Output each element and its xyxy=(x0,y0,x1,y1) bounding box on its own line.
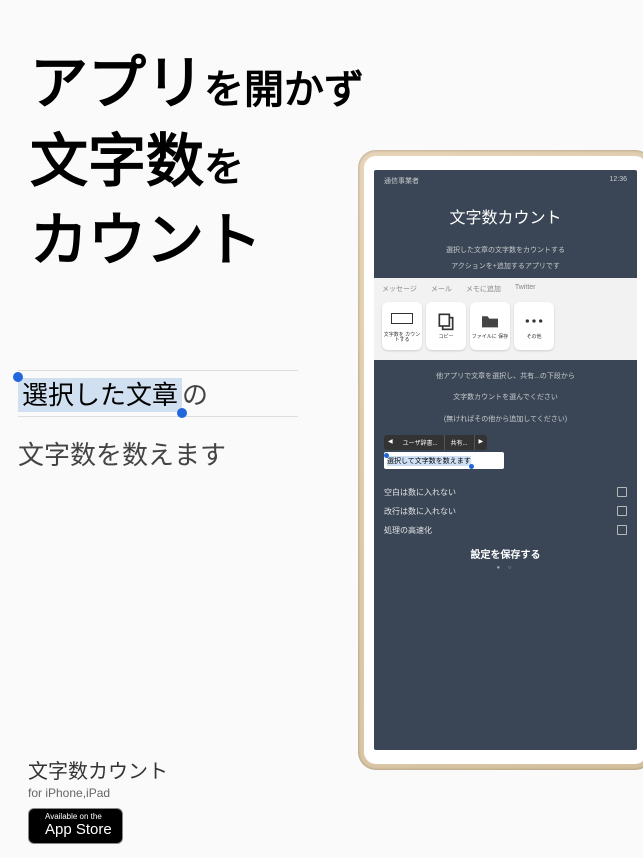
action-copy[interactable]: コピー xyxy=(426,302,466,350)
selected-text: 選択した文章 xyxy=(18,378,182,412)
checkbox-icon[interactable] xyxy=(617,487,627,497)
action-more[interactable]: その他 xyxy=(514,302,554,350)
instruction-3: (無ければその他から追加してください) xyxy=(384,415,627,425)
context-share[interactable]: 共有... xyxy=(445,435,475,450)
options: 空白は数に入れない 改行は数に入れない 処理の高速化 xyxy=(384,487,627,536)
headline-l1-big: アプリ xyxy=(30,51,204,116)
copy-icon xyxy=(435,310,457,332)
footer-title: 文字数カウント xyxy=(28,755,168,784)
checkbox-icon[interactable] xyxy=(617,506,627,516)
share-tabs: メッセージ メール メモに追加 Twitter xyxy=(382,284,629,294)
share-tab-twitter[interactable]: Twitter xyxy=(515,284,536,294)
share-tab-notes[interactable]: メモに追加 xyxy=(466,284,501,294)
option-fast-processing[interactable]: 処理の高速化 xyxy=(384,525,627,536)
selected-input-text: 選択して文字数を数えます xyxy=(387,456,471,466)
headline-l2-big: 文字数 xyxy=(30,129,204,194)
clock: 12:36 xyxy=(609,176,627,186)
share-tab-mail[interactable]: メール xyxy=(431,284,452,294)
context-next-icon[interactable]: ▶ xyxy=(475,435,488,450)
context-prev-icon[interactable]: ◀ xyxy=(384,435,397,450)
num-icon: Num. xyxy=(391,308,413,330)
tablet-frame: 通信事業者 12:36 文字数カウント 選択した文章の文字数をカウントする アク… xyxy=(358,150,643,770)
option-ignore-spaces[interactable]: 空白は数に入れない xyxy=(384,487,627,498)
selection-demo: 選択した文章の 文字数を数えます xyxy=(18,370,298,472)
context-menu[interactable]: ◀ ユーザ辞書... 共有... ▶ xyxy=(384,435,487,450)
selection-after: の xyxy=(182,380,208,410)
headline-l2-med: を xyxy=(204,146,244,190)
status-bar: 通信事業者 12:36 xyxy=(384,176,627,186)
appstore-badge[interactable]: Available on the App Store xyxy=(28,808,123,844)
action-count-chars[interactable]: Num. 文字数を カウントする xyxy=(382,302,422,350)
headline-l1-med: を開かず xyxy=(204,68,364,112)
headline: アプリを開かず 文字数を カウント xyxy=(30,45,364,280)
text-input-demo[interactable]: 選択して文字数を数えます xyxy=(384,452,504,469)
folder-icon xyxy=(479,310,501,332)
instruction-1: 他アプリで文章を選択し、共有...の下段から xyxy=(384,372,627,382)
save-settings-button[interactable]: 設定を保存する xyxy=(384,546,627,561)
instruction-2: 文字数カウントを選んでください xyxy=(384,393,627,403)
tablet-screen: 通信事業者 12:36 文字数カウント 選択した文章の文字数をカウントする アク… xyxy=(374,170,637,750)
selection-line2: 文字数を数えます xyxy=(18,435,298,472)
checkbox-icon[interactable] xyxy=(617,525,627,535)
share-sheet: メッセージ メール メモに追加 Twitter Num. 文字数を カウントする… xyxy=(374,278,637,360)
action-save-file[interactable]: ファイルに 保存 xyxy=(470,302,510,350)
option-ignore-newlines[interactable]: 改行は数に入れない xyxy=(384,506,627,517)
context-user-dict[interactable]: ユーザ辞書... xyxy=(397,435,445,450)
footer-subtitle: for iPhone,iPad xyxy=(28,786,168,800)
carrier-label: 通信事業者 xyxy=(384,176,419,186)
share-tab-messages[interactable]: メッセージ xyxy=(382,284,417,294)
app-desc1: 選択した文章の文字数をカウントする xyxy=(384,246,627,256)
badge-bottom-text: App Store xyxy=(45,821,112,839)
app-title: 文字数カウント xyxy=(384,204,627,228)
badge-top-text: Available on the xyxy=(45,813,112,821)
page-dots: ● ○ xyxy=(384,565,627,571)
footer: 文字数カウント for iPhone,iPad Available on the… xyxy=(28,755,168,844)
more-icon xyxy=(523,310,545,332)
headline-l3-big: カウント xyxy=(30,208,262,273)
app-desc2: アクションを+追加するアプリです xyxy=(384,262,627,272)
